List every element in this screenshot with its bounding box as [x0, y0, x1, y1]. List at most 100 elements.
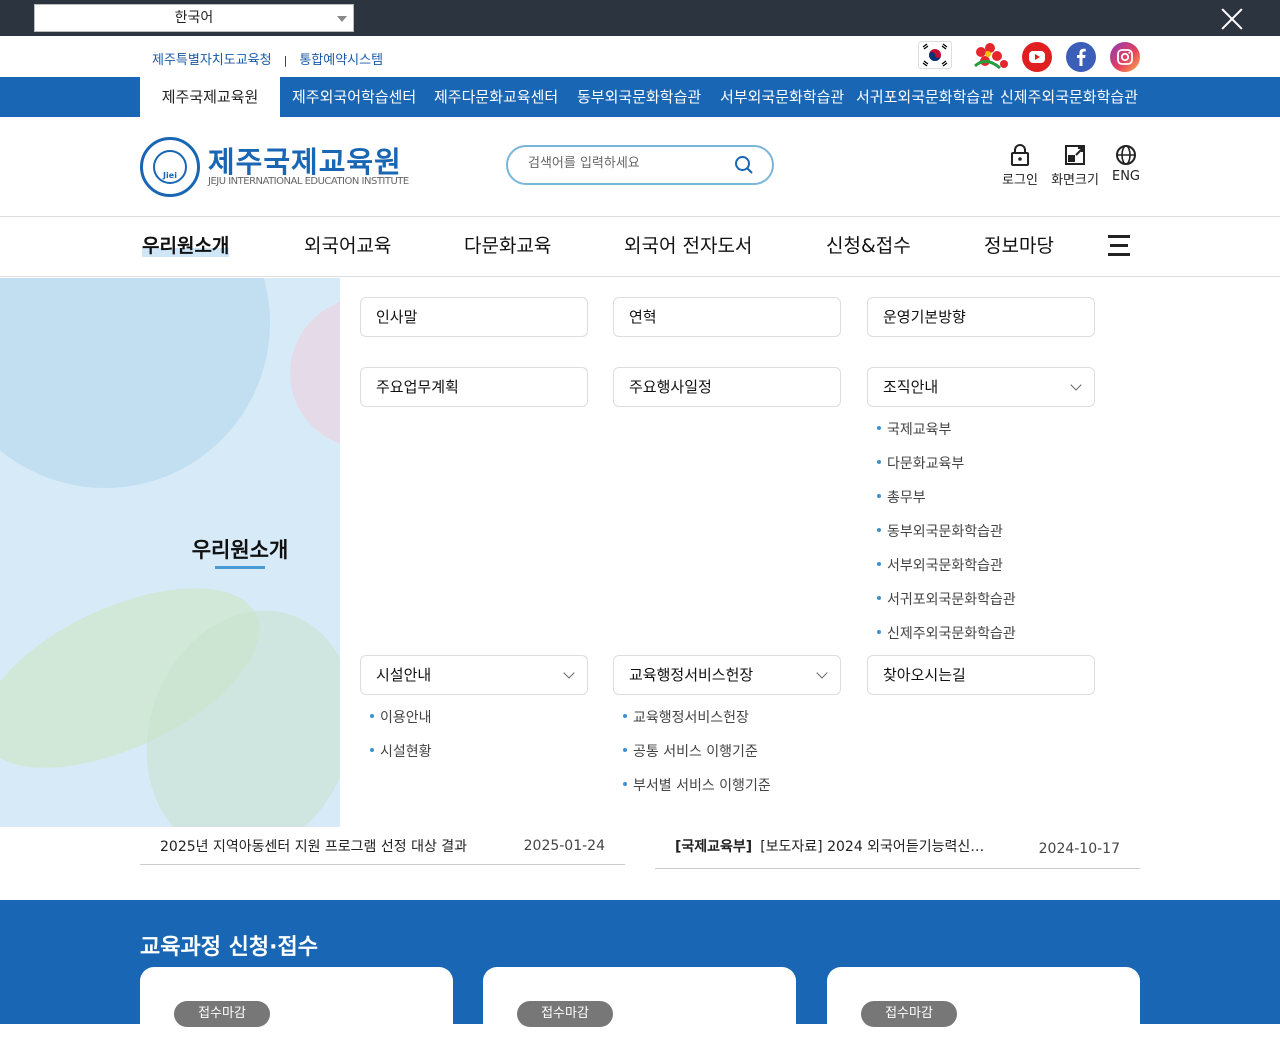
- menu-box-plan[interactable]: 주요업무계획: [360, 367, 588, 407]
- sub-item-charter[interactable]: 부서별 서비스 이행기준: [623, 775, 771, 795]
- chevron-down-icon: [816, 667, 828, 679]
- sub-item-charter[interactable]: 교육행정서비스헌장: [623, 707, 749, 727]
- language-bar: 한국어: [0, 0, 1280, 36]
- youtube-icon[interactable]: [1022, 42, 1052, 72]
- top-link-reservation[interactable]: 통합예약시스템: [299, 49, 383, 68]
- instagram-icon[interactable]: [1110, 42, 1140, 72]
- close-icon[interactable]: [1220, 7, 1244, 31]
- menu-box-greeting[interactable]: 인사말: [360, 297, 588, 337]
- site-tab-east-hall[interactable]: 동부외국문화학습관: [577, 77, 701, 117]
- sub-item-org[interactable]: 국제교육부: [877, 419, 951, 439]
- course-section: 교육과정 신청·접수 접수마감 접수마감 접수마감: [0, 900, 1280, 1047]
- screen-size-label: 화면크기: [1051, 173, 1099, 188]
- globe-icon: [1116, 145, 1136, 165]
- course-card[interactable]: 접수마감: [483, 967, 796, 1047]
- menu-box-label: 조직안내: [883, 378, 939, 396]
- top-links: 제주특별자치도교육청 | 통합예약시스템: [152, 49, 383, 68]
- login-label: 로그인: [1002, 173, 1038, 188]
- gnb-item-about-label: 우리원소개: [142, 235, 230, 257]
- news-section: 2025년 지역아동센터 지원 프로그램 선정 대상 결과 2025-01-24…: [0, 827, 1280, 900]
- news-date: 2024-10-17: [1038, 841, 1120, 857]
- status-badge: 접수마감: [517, 1001, 613, 1027]
- menu-box-org[interactable]: 조직안내: [867, 367, 1095, 407]
- chevron-down-icon: [563, 667, 575, 679]
- logo-emblem-text: Jiei: [153, 150, 187, 184]
- title-underline: [215, 566, 265, 569]
- status-badge: 접수마감: [174, 1001, 270, 1027]
- site-tab-west-hall[interactable]: 서부외국문화학습관: [720, 77, 844, 117]
- logo-title[interactable]: 제주국제교육원: [208, 139, 402, 181]
- gnb-item-about[interactable]: 우리원소개: [142, 217, 230, 277]
- sub-item-org[interactable]: 총무부: [877, 487, 926, 507]
- gnb-item-apply[interactable]: 신청&접수: [826, 217, 911, 277]
- top-link-jeje-edu-office[interactable]: 제주특별자치도교육청: [152, 49, 272, 68]
- news-date: 2025-01-24: [523, 838, 605, 854]
- main-navigation: 우리원소개 외국어교육 다문화교육 외국어 전자도서 신청&접수 정보마당: [0, 217, 1280, 277]
- language-select[interactable]: 한국어: [34, 4, 354, 32]
- hamburger-menu-icon[interactable]: [1108, 235, 1132, 257]
- logo-subtitle: JEJU INTERNATIONAL EDUCATION INSTITUTE: [208, 176, 409, 187]
- eng-button[interactable]: ENG: [1096, 143, 1156, 184]
- menu-box-schedule[interactable]: 주요행사일정: [613, 367, 841, 407]
- gnb-item-multicultural[interactable]: 다문화교육: [464, 217, 551, 277]
- news-title: [보도자료] 2024 외국어듣기능력신…: [760, 839, 985, 855]
- menu-box-label: 교육행정서비스헌장: [629, 666, 754, 684]
- header: Jiei 제주국제교육원 JEJU INTERNATIONAL EDUCATIO…: [0, 117, 1280, 217]
- chevron-down-icon: [1070, 379, 1082, 391]
- sub-item-charter[interactable]: 공통 서비스 이행기준: [623, 741, 758, 761]
- mega-menu-banner: 우리원소개: [0, 278, 340, 827]
- news-item[interactable]: 2025년 지역아동센터 지원 프로그램 선정 대상 결과 2025-01-24: [140, 827, 625, 865]
- eng-label: ENG: [1111, 169, 1140, 184]
- site-tab-multicultural-center[interactable]: 제주다문화교육센터: [434, 77, 558, 117]
- menu-box-policy[interactable]: 운영기본방향: [867, 297, 1095, 337]
- mega-menu-title: 우리원소개: [191, 538, 289, 562]
- korea-flag-icon[interactable]: [918, 41, 952, 69]
- site-tab-new-jeju-hall[interactable]: 신제주외국문화학습관: [1000, 77, 1138, 117]
- facebook-icon[interactable]: [1066, 42, 1096, 72]
- site-tab-language-center[interactable]: 제주외국어학습센터: [292, 77, 416, 117]
- sub-item-org[interactable]: 신제주외국문화학습관: [877, 623, 1016, 643]
- logo-emblem[interactable]: Jiei: [140, 137, 200, 197]
- menu-box-label: 주요행사일정: [629, 378, 712, 396]
- gnb-item-language[interactable]: 외국어교육: [304, 217, 391, 277]
- menu-box-label: 시설안내: [376, 666, 432, 684]
- chevron-down-icon: [337, 16, 347, 22]
- search-icon[interactable]: [734, 155, 754, 175]
- divider: |: [283, 54, 288, 67]
- site-family-bar: 제주국제교육원 제주외국어학습센터 제주다문화교육센터 동부외국문화학습관 서부…: [0, 77, 1280, 117]
- language-select-value: 한국어: [174, 10, 214, 26]
- news-text: [국제교육부] [보도자료] 2024 외국어듣기능력신…: [675, 836, 984, 856]
- decoration-circle: [0, 278, 270, 488]
- sub-item-org[interactable]: 서귀포외국문화학습관: [877, 589, 1016, 609]
- menu-box-label: 운영기본방향: [883, 308, 966, 326]
- sub-item-facility[interactable]: 이용안내: [370, 707, 432, 727]
- news-category: [국제교육부]: [675, 839, 753, 855]
- lock-icon: [1011, 144, 1029, 166]
- course-section-title: 교육과정 신청·접수: [140, 935, 318, 960]
- sub-item-org[interactable]: 동부외국문화학습관: [877, 521, 1003, 541]
- decoration-circle: [290, 298, 340, 448]
- site-tab-jeju-international[interactable]: 제주국제교육원: [140, 77, 280, 117]
- course-card[interactable]: 접수마감: [827, 967, 1140, 1047]
- menu-box-directions[interactable]: 찾아오시는길: [867, 655, 1095, 695]
- jeju-symbol-icon[interactable]: [970, 42, 1010, 72]
- menu-box-history[interactable]: 연혁: [613, 297, 841, 337]
- sub-item-org[interactable]: 다문화교육부: [877, 453, 964, 473]
- menu-box-label: 주요업무계획: [376, 378, 459, 396]
- sub-item-org[interactable]: 서부외국문화학습관: [877, 555, 1003, 575]
- search-input[interactable]: [528, 156, 728, 171]
- menu-box-label: 찾아오시는길: [883, 666, 966, 684]
- search-box: [506, 145, 774, 185]
- login-button[interactable]: 로그인: [990, 143, 1050, 188]
- status-badge: 접수마감: [861, 1001, 957, 1027]
- menu-box-charter[interactable]: 교육행정서비스헌장: [613, 655, 841, 695]
- sub-item-facility[interactable]: 시설현황: [370, 741, 432, 761]
- gnb-item-ebook[interactable]: 외국어 전자도서: [624, 217, 752, 277]
- site-tab-seogwipo-hall[interactable]: 서귀포외국문화학습관: [856, 77, 994, 117]
- menu-box-facility[interactable]: 시설안내: [360, 655, 588, 695]
- news-title: 2025년 지역아동센터 지원 프로그램 선정 대상 결과: [160, 839, 468, 855]
- course-card[interactable]: 접수마감: [140, 967, 453, 1047]
- news-item[interactable]: [국제교육부] [보도자료] 2024 외국어듣기능력신… 2024-10-17: [655, 827, 1140, 869]
- menu-box-label: 연혁: [629, 308, 657, 326]
- gnb-item-info[interactable]: 정보마당: [984, 217, 1054, 277]
